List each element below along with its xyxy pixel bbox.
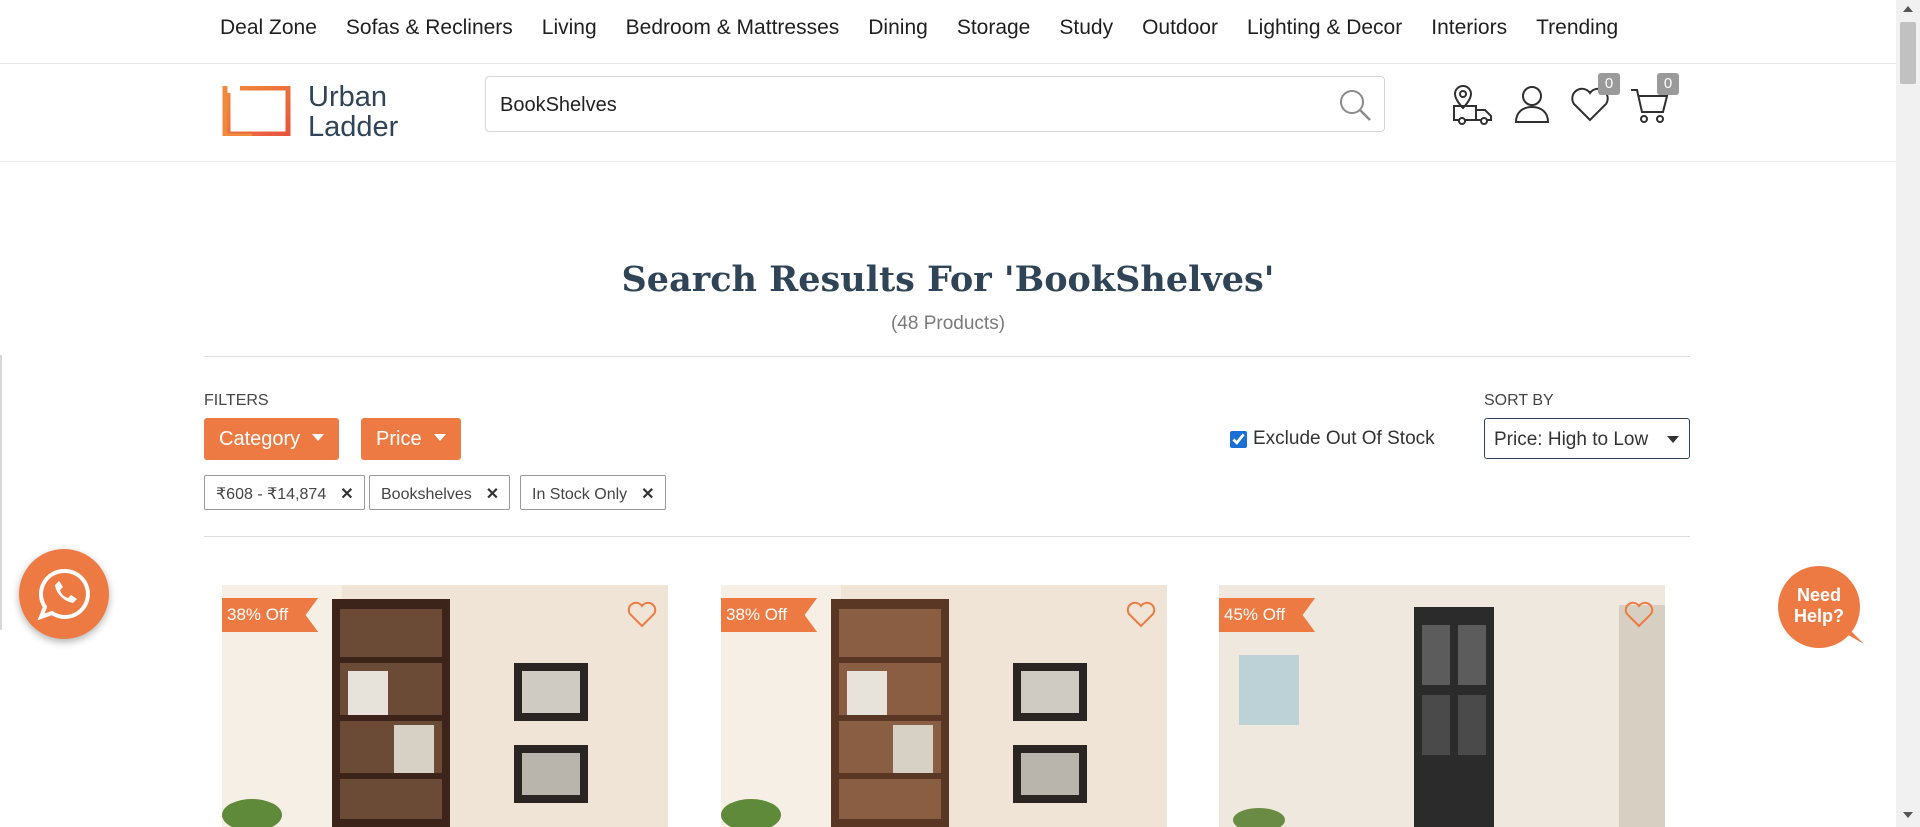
divider-top: [204, 356, 1690, 357]
nav-item-study[interactable]: Study: [1059, 16, 1113, 40]
chevron-down-icon: [312, 434, 325, 442]
nav-item-lighting-decor[interactable]: Lighting & Decor: [1247, 16, 1402, 40]
chip-label: ₹608 - ₹14,874: [216, 486, 327, 503]
top-nav: Deal Zone Sofas & Recliners Living Bedro…: [0, 0, 1896, 64]
search-icon[interactable]: [1338, 88, 1372, 122]
nav-item-living[interactable]: Living: [542, 16, 597, 40]
left-edge-tab: [0, 355, 2, 630]
chevron-down-icon: [1667, 436, 1679, 443]
search-input[interactable]: [500, 91, 1300, 119]
product-card[interactable]: 38% Off: [222, 585, 668, 827]
nav-item-outdoor[interactable]: Outdoor: [1142, 16, 1218, 40]
logo-text-line2: Ladder: [308, 111, 399, 143]
help-line1: Need: [1796, 585, 1841, 605]
nav-item-deal-zone[interactable]: Deal Zone: [220, 16, 317, 40]
whatsapp-icon: [37, 568, 90, 621]
close-icon[interactable]: ✕: [340, 486, 353, 503]
nav-item-sofas-recliners[interactable]: Sofas & Recliners: [346, 16, 513, 40]
sort-selected-value: Price: High to Low: [1494, 429, 1649, 450]
chip-label: In Stock Only: [532, 486, 628, 503]
exclude-out-of-stock-toggle[interactable]: Exclude Out Of Stock: [1230, 428, 1435, 450]
user-account-icon[interactable]: [1510, 82, 1554, 126]
product-card[interactable]: 38% Off: [721, 585, 1167, 827]
need-help-button[interactable]: Need Help?: [1778, 566, 1860, 648]
category-filter-button[interactable]: Category: [204, 418, 340, 460]
wishlist-count-badge: 0: [1598, 73, 1620, 95]
product-card[interactable]: 45% Off: [1219, 585, 1665, 827]
logo-mark-icon: [222, 86, 291, 136]
delivery-location-icon[interactable]: [1451, 82, 1495, 126]
close-icon[interactable]: ✕: [641, 486, 654, 503]
divider-bottom: [204, 536, 1690, 537]
price-filter-label: Price: [376, 428, 422, 450]
chevron-down-icon: [433, 434, 446, 442]
category-filter-label: Category: [219, 428, 301, 450]
discount-ribbon: 38% Off: [222, 598, 319, 632]
search-box: [485, 76, 1385, 132]
logo-text-line1: Urban: [308, 81, 387, 113]
discount-ribbon: 45% Off: [1219, 598, 1316, 632]
urban-ladder-logo[interactable]: Urban Ladder: [222, 75, 422, 142]
cart-button[interactable]: 0: [1627, 73, 1679, 126]
whatsapp-button[interactable]: [19, 549, 109, 639]
cart-count-badge: 0: [1657, 73, 1679, 95]
wishlist-heart-icon[interactable]: [1125, 599, 1157, 629]
scroll-down-arrow-icon[interactable]: [1903, 812, 1913, 818]
nav-item-bedroom-mattresses[interactable]: Bedroom & Mattresses: [626, 16, 840, 40]
nav-item-dining[interactable]: Dining: [868, 16, 928, 40]
page-scrollbar[interactable]: [1896, 0, 1920, 827]
chip-label: Bookshelves: [381, 486, 472, 503]
nav-item-trending[interactable]: Trending: [1536, 16, 1618, 40]
wishlist-button[interactable]: 0: [1568, 73, 1620, 126]
filter-chip-bookshelves: Bookshelves ✕: [369, 475, 511, 510]
filter-chip-price-range: ₹608 - ₹14,874 ✕: [204, 475, 365, 510]
site-header: Urban Ladder 0 0: [0, 65, 1896, 162]
page-title: Search Results For 'BookShelves': [621, 259, 1275, 300]
scroll-thumb[interactable]: [1900, 22, 1916, 84]
wishlist-heart-icon[interactable]: [1623, 599, 1655, 629]
exclude-out-of-stock-label: Exclude Out Of Stock: [1253, 428, 1435, 449]
help-line2: Help?: [1793, 606, 1844, 626]
sort-by-label: SORT BY: [1484, 392, 1554, 409]
product-count: (48 Products): [890, 313, 1006, 334]
filter-chip-in-stock: In Stock Only ✕: [520, 475, 666, 510]
sort-select[interactable]: Price: High to Low: [1484, 418, 1690, 459]
exclude-out-of-stock-checkbox[interactable]: [1230, 430, 1247, 448]
nav-item-storage[interactable]: Storage: [957, 16, 1031, 40]
wishlist-heart-icon[interactable]: [626, 599, 658, 629]
nav-item-interiors[interactable]: Interiors: [1431, 16, 1507, 40]
close-icon[interactable]: ✕: [486, 486, 499, 503]
scroll-up-arrow-icon[interactable]: [1903, 6, 1913, 12]
price-filter-button[interactable]: Price: [361, 418, 461, 460]
discount-ribbon: 38% Off: [721, 598, 818, 632]
filters-label: FILTERS: [204, 392, 269, 409]
